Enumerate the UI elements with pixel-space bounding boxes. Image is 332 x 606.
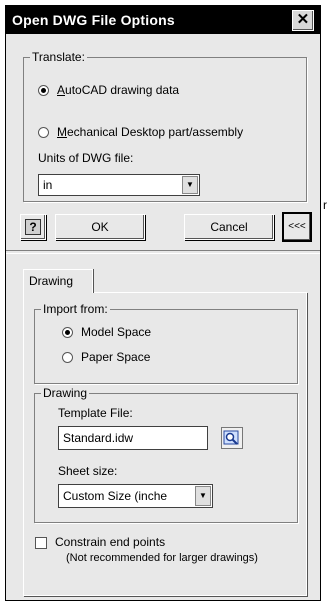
radio-indicator-selected[interactable] xyxy=(62,326,73,338)
sheet-size-select[interactable]: Custom Size (inche ▼ xyxy=(58,484,213,508)
ok-label: OK xyxy=(91,220,109,234)
radio-model-space[interactable]: Model Space xyxy=(62,325,151,339)
radio-label-autocad: AutoCAD drawing data xyxy=(57,83,180,97)
import-from-legend: Import from: xyxy=(43,302,108,316)
chevron-down-icon[interactable]: ▼ xyxy=(182,176,198,194)
radio-autocad-drawing-data[interactable]: AutoCAD drawing data xyxy=(38,83,179,97)
browse-button[interactable] xyxy=(221,427,243,449)
side-marker-text: r xyxy=(323,198,327,212)
close-icon: ✕ xyxy=(296,11,310,28)
radio-indicator[interactable] xyxy=(62,351,73,363)
radio-mechanical-desktop[interactable]: Mechanical Desktop part/assembly xyxy=(38,125,243,139)
radio-label-paper-space: Paper Space xyxy=(81,350,151,364)
title-bar[interactable]: Open DWG File Options ✕ xyxy=(6,6,320,34)
radio-label-model-space: Model Space xyxy=(81,325,152,339)
ok-button[interactable]: OK xyxy=(55,214,145,240)
collapse-label: <<< xyxy=(288,221,306,232)
template-file-input[interactable]: Standard.idw xyxy=(58,426,208,450)
radio-indicator[interactable] xyxy=(38,126,49,138)
tab-drawing-label: Drawing xyxy=(29,274,74,288)
units-select[interactable]: in ▼ xyxy=(38,174,200,196)
template-file-value: Standard.idw xyxy=(63,431,134,445)
close-button[interactable]: ✕ xyxy=(292,10,314,31)
radio-indicator-selected[interactable] xyxy=(38,84,49,96)
constrain-end-points-checkbox[interactable] xyxy=(35,537,47,549)
browse-magnifier-icon xyxy=(223,430,239,445)
help-icon: ? xyxy=(25,219,41,235)
constrain-end-points-label[interactable]: Constrain end points xyxy=(55,535,165,549)
dialog-title: Open DWG File Options xyxy=(12,12,175,28)
section-divider xyxy=(6,250,320,254)
import-from-group: Import from: xyxy=(34,302,298,384)
translate-legend: Translate: xyxy=(32,50,85,64)
open-dwg-dialog: Open DWG File Options ✕ Translate: AutoC… xyxy=(5,5,321,601)
radio-paper-space[interactable]: Paper Space xyxy=(62,350,150,364)
radio-label-mechanical: Mechanical Desktop part/assembly xyxy=(57,125,244,139)
drawing-legend: Drawing xyxy=(43,386,88,400)
template-file-label: Template File: xyxy=(58,406,133,420)
cancel-button[interactable]: Cancel xyxy=(184,214,274,240)
units-select-value: in xyxy=(43,178,53,192)
help-button[interactable]: ? xyxy=(20,214,46,240)
sheet-size-label: Sheet size: xyxy=(58,464,118,478)
sheet-size-value: Custom Size (inche xyxy=(63,489,168,503)
constrain-note: (Not recommended for larger drawings) xyxy=(66,552,258,564)
cancel-label: Cancel xyxy=(210,220,248,234)
units-label: Units of DWG file: xyxy=(38,151,134,165)
collapse-button[interactable]: <<< xyxy=(282,212,312,242)
tab-drawing[interactable]: Drawing xyxy=(23,269,93,293)
chevron-down-icon[interactable]: ▼ xyxy=(195,486,211,506)
